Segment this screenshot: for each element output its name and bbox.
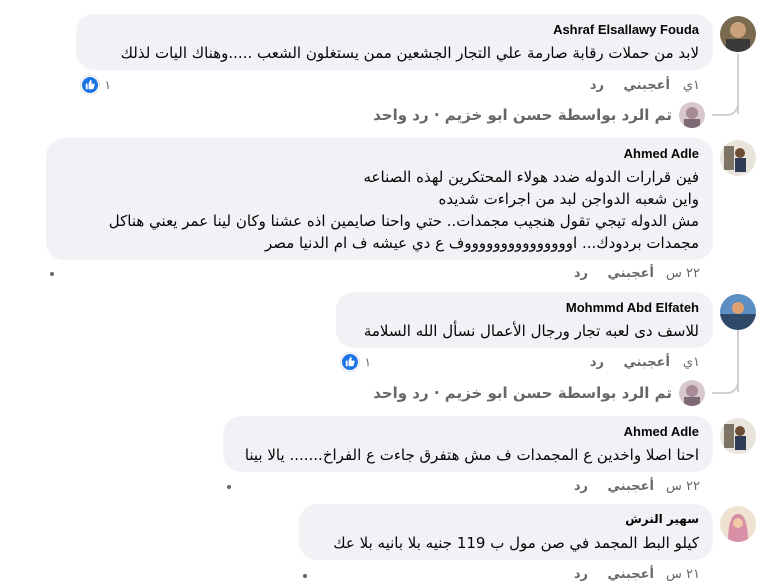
like-button[interactable]: أعجبني [608,479,654,494]
comment-bubble: Ahmed Adle فين قرارات الدوله ضدد هولاء ا… [46,138,713,260]
profile-photo-icon [720,418,756,454]
reaction-summary[interactable]: ١ [339,353,371,373]
comment-line: احنا اصلا واخدين ع المجمدات ف مش هتفرق ج… [244,446,699,464]
avatar[interactable] [720,418,756,454]
comment-author[interactable]: Ahmed Adle [624,424,699,439]
like-reaction-icon [81,76,99,94]
like-button[interactable]: أعجبني [608,266,654,281]
comment-text: لابد من حملات رقابة صارمة علي التجار الج… [88,42,699,64]
avatar[interactable] [720,294,756,330]
more-options-icon[interactable] [303,574,307,578]
reply-button[interactable]: رد [574,266,588,281]
more-options-icon[interactable] [227,485,231,489]
reaction-summary[interactable]: ١ [79,76,111,96]
comment-actions: ٢٢ س أعجبني رد [560,266,700,284]
profile-photo-icon [720,140,756,176]
thread-connector [712,372,739,394]
reply-author-avatar [679,102,705,128]
reply-button[interactable]: رد [590,355,604,370]
comment-line: كيلو البط المجمد في صن مول ب 119 جنيه بل… [333,534,699,552]
comment-text: احنا اصلا واخدين ع المجمدات ف مش هتفرق ج… [235,444,699,466]
comment-line: مجمدات بردودك... اوووووووووووووووف ع دي … [264,234,699,252]
reply-button[interactable]: رد [574,479,588,494]
comment-bubble: Ahmed Adle احنا اصلا واخدين ع المجمدات ف… [223,416,713,472]
comment-line: مش الدوله تيجي تقول هنجيب مجمدات.. حتي و… [108,212,699,230]
comment-author[interactable]: سهير النرش [625,512,699,526]
reaction-count: ١ [104,78,111,92]
more-options-icon[interactable] [50,272,54,276]
comment-author[interactable]: Ashraf Elsallawy Fouda [553,22,699,37]
comment-actions: ١ي أعجبني رد [560,78,700,96]
comment-time[interactable]: ٢٢ س [666,266,700,281]
like-reaction-icon [341,353,359,371]
comment-bubble: Mohmmd Abd Elfateh للاسف دى لعبه تجار ور… [336,292,713,348]
like-button[interactable]: أعجبني [624,78,670,93]
comment-text: فين قرارات الدوله ضدد هولاء المحتكرين له… [58,166,699,254]
thread-connector [712,94,739,116]
comment-time[interactable]: ٢٢ س [666,479,700,494]
comment-text: للاسف دى لعبه تجار ورجال الأعمال نسأل ال… [348,320,699,342]
comment-line: فين قرارات الدوله ضدد هولاء المحتكرين له… [363,168,700,186]
reaction-count: ١ [364,355,371,369]
comment-bubble: سهير النرش كيلو البط المجمد في صن مول ب … [299,504,713,560]
comment-author[interactable]: Ahmed Adle [624,146,699,161]
comment-line: للاسف دى لعبه تجار ورجال الأعمال نسأل ال… [363,322,699,340]
reply-button[interactable]: رد [574,567,588,582]
view-replies-link[interactable]: تم الرد بواسطة حسن ابو خزيم · رد واحد [373,106,672,124]
comment-line: لابد من حملات رقابة صارمة علي التجار الج… [120,44,699,62]
comment-time[interactable]: ٢١ س [666,567,700,582]
comment-text: كيلو البط المجمد في صن مول ب 119 جنيه بل… [311,532,699,554]
avatar[interactable] [720,506,756,542]
comment-time[interactable]: ١ي [683,78,700,93]
profile-photo-icon [720,506,756,542]
avatar[interactable] [720,16,756,52]
profile-photo-icon [720,294,756,330]
comment-line: واين شعبه الدواجن لبد من اجراءت شديده [438,190,699,208]
view-replies-link[interactable]: تم الرد بواسطة حسن ابو خزيم · رد واحد [373,384,672,402]
comment-actions: ١ي أعجبني رد [560,355,700,373]
comment-time[interactable]: ١ي [683,355,700,370]
reply-button[interactable]: رد [590,78,604,93]
comment-author[interactable]: Mohmmd Abd Elfateh [566,300,699,315]
comment-bubble: Ashraf Elsallawy Fouda لابد من حملات رقا… [76,14,713,70]
reply-author-avatar [679,380,705,406]
profile-photo-icon [720,16,756,52]
like-button[interactable]: أعجبني [624,355,670,370]
avatar[interactable] [720,140,756,176]
comment-actions: ٢١ س أعجبني رد [560,567,700,584]
like-button[interactable]: أعجبني [608,567,654,582]
comment-actions: ٢٢ س أعجبني رد [560,479,700,497]
previous-comment-actions [420,0,710,4]
